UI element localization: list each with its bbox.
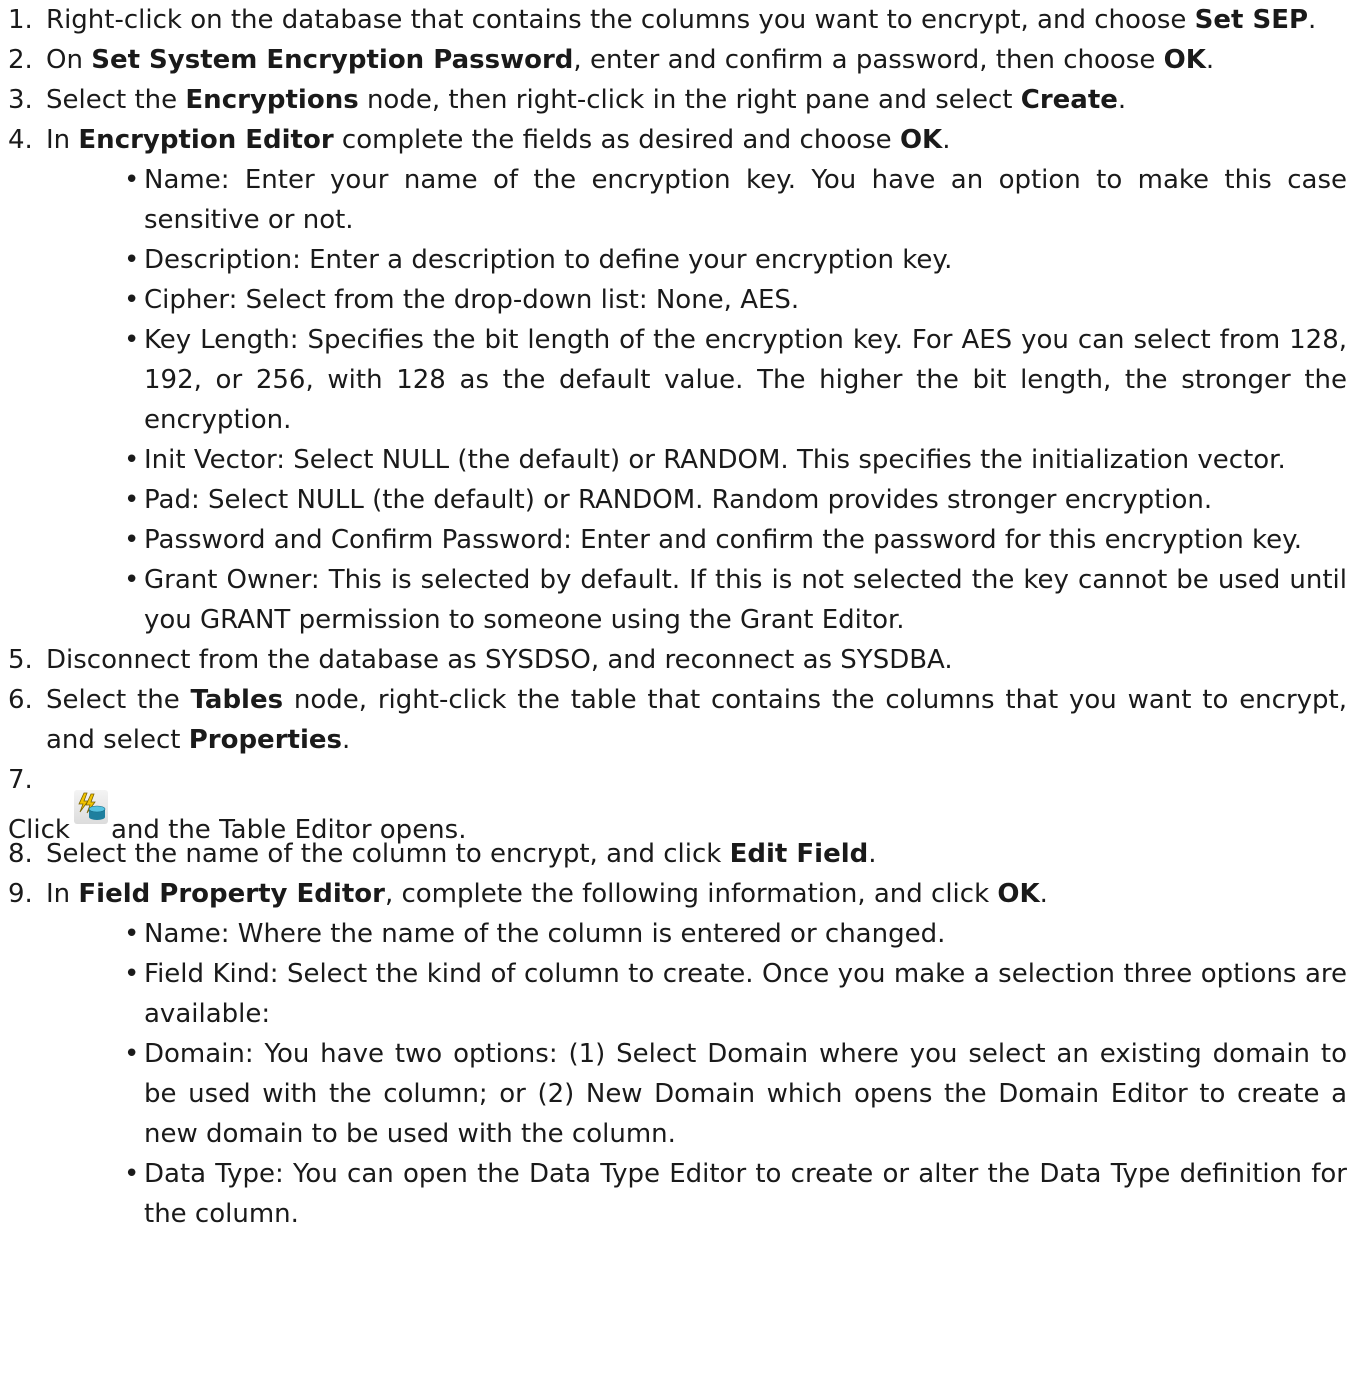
step-3: 3. Select the Encryptions node, then righ… bbox=[8, 80, 1347, 120]
list-item: Domain: You have two options: (1) Select… bbox=[108, 1034, 1347, 1154]
lightning-database-icon bbox=[73, 790, 108, 824]
step-number: 6. bbox=[8, 685, 33, 715]
step-text: Select the bbox=[46, 685, 191, 715]
step-number: 9. bbox=[8, 879, 33, 909]
list-item: Field Kind: Select the kind of column to… bbox=[108, 954, 1347, 1034]
step-8: 8. Select the name of the column to encry… bbox=[8, 834, 1347, 874]
ui-term: Tables bbox=[190, 685, 284, 715]
step-5: 5. Disconnect from the database as SYSDSO… bbox=[8, 640, 1347, 680]
step-6: 6. Select the Tables node, right-click th… bbox=[8, 680, 1347, 760]
list-item: Cipher: Select from the drop-down list: … bbox=[108, 280, 1347, 320]
step-1: 1. Right-click on the database that conta… bbox=[8, 0, 1347, 40]
step-text: node, then right-click in the right pane… bbox=[358, 85, 1021, 115]
step-text: complete the fields as desired and choos… bbox=[333, 125, 900, 155]
step-text: . bbox=[1205, 45, 1215, 75]
step-number: 5. bbox=[8, 645, 33, 675]
step-7: 7. Click and the Table Editor opens. bbox=[8, 760, 1347, 845]
steps-list: 1. Right-click on the database that conta… bbox=[8, 0, 1347, 1234]
field-property-editor-fields: Name: Where the name of the column is en… bbox=[46, 914, 1347, 1234]
list-item: Grant Owner: This is selected by default… bbox=[108, 560, 1347, 640]
list-item: Password and Confirm Password: Enter and… bbox=[108, 520, 1347, 560]
ui-term: Create bbox=[1020, 85, 1118, 115]
step-number: 3. bbox=[8, 85, 33, 115]
step-text: Select the bbox=[46, 85, 186, 115]
list-item: Key Length: Specifies the bit length of … bbox=[108, 320, 1347, 440]
step-text: . bbox=[1117, 85, 1127, 115]
ui-term: OK bbox=[1163, 45, 1206, 75]
ui-term: Encryption Editor bbox=[78, 125, 334, 155]
step-text: . bbox=[1308, 5, 1317, 35]
list-item: Data Type: You can open the Data Type Ed… bbox=[108, 1154, 1347, 1234]
step-text: . bbox=[1039, 879, 1048, 909]
step-number: 2. bbox=[8, 45, 33, 75]
step-number: 1. bbox=[8, 5, 33, 35]
step-4: 4. In Encryption Editor complete the fiel… bbox=[8, 120, 1347, 640]
step-text: . bbox=[341, 725, 351, 755]
list-item: Pad: Select NULL (the default) or RANDOM… bbox=[108, 480, 1347, 520]
list-item: Name: Where the name of the column is en… bbox=[108, 914, 1347, 954]
step-text: In bbox=[46, 125, 79, 155]
ui-term: Set System Encryption Password bbox=[91, 45, 574, 75]
step-number: 8. bbox=[8, 839, 33, 869]
ui-term: OK bbox=[899, 125, 943, 155]
step-text: On bbox=[46, 45, 92, 75]
ui-term: Set SEP bbox=[1194, 5, 1309, 35]
ui-term: Edit Field bbox=[729, 839, 869, 869]
step-number: 4. bbox=[8, 125, 33, 155]
ui-term: Encryptions bbox=[185, 85, 359, 115]
step-text: In bbox=[46, 879, 79, 909]
list-item: Init Vector: Select NULL (the default) o… bbox=[108, 440, 1347, 480]
step-text: Right-click on the database that contain… bbox=[46, 5, 1195, 35]
step-text: . bbox=[942, 125, 951, 155]
document: 1. Right-click on the database that conta… bbox=[0, 0, 1357, 1234]
list-item: Name: Enter your name of the encryption … bbox=[108, 160, 1347, 240]
table-editor-icon[interactable] bbox=[73, 790, 108, 824]
ui-term: Field Property Editor bbox=[78, 879, 385, 909]
step-2: 2. On Set System Encryption Password, ent… bbox=[8, 40, 1347, 80]
step-text: Disconnect from the database as SYSDSO, … bbox=[46, 645, 953, 675]
step-text: , complete the following information, an… bbox=[384, 879, 998, 909]
step-text: , enter and confirm a password, then cho… bbox=[573, 45, 1164, 75]
ui-term: OK bbox=[997, 879, 1040, 909]
step-9: 9. In Field Property Editor, complete the… bbox=[8, 874, 1347, 1234]
step-text: Select the name of the column to encrypt… bbox=[46, 839, 730, 869]
encryption-editor-fields: Name: Enter your name of the encryption … bbox=[46, 160, 1347, 640]
list-item: Description: Enter a description to defi… bbox=[108, 240, 1347, 280]
step-text: . bbox=[868, 839, 877, 869]
ui-term: Properties bbox=[188, 725, 342, 755]
